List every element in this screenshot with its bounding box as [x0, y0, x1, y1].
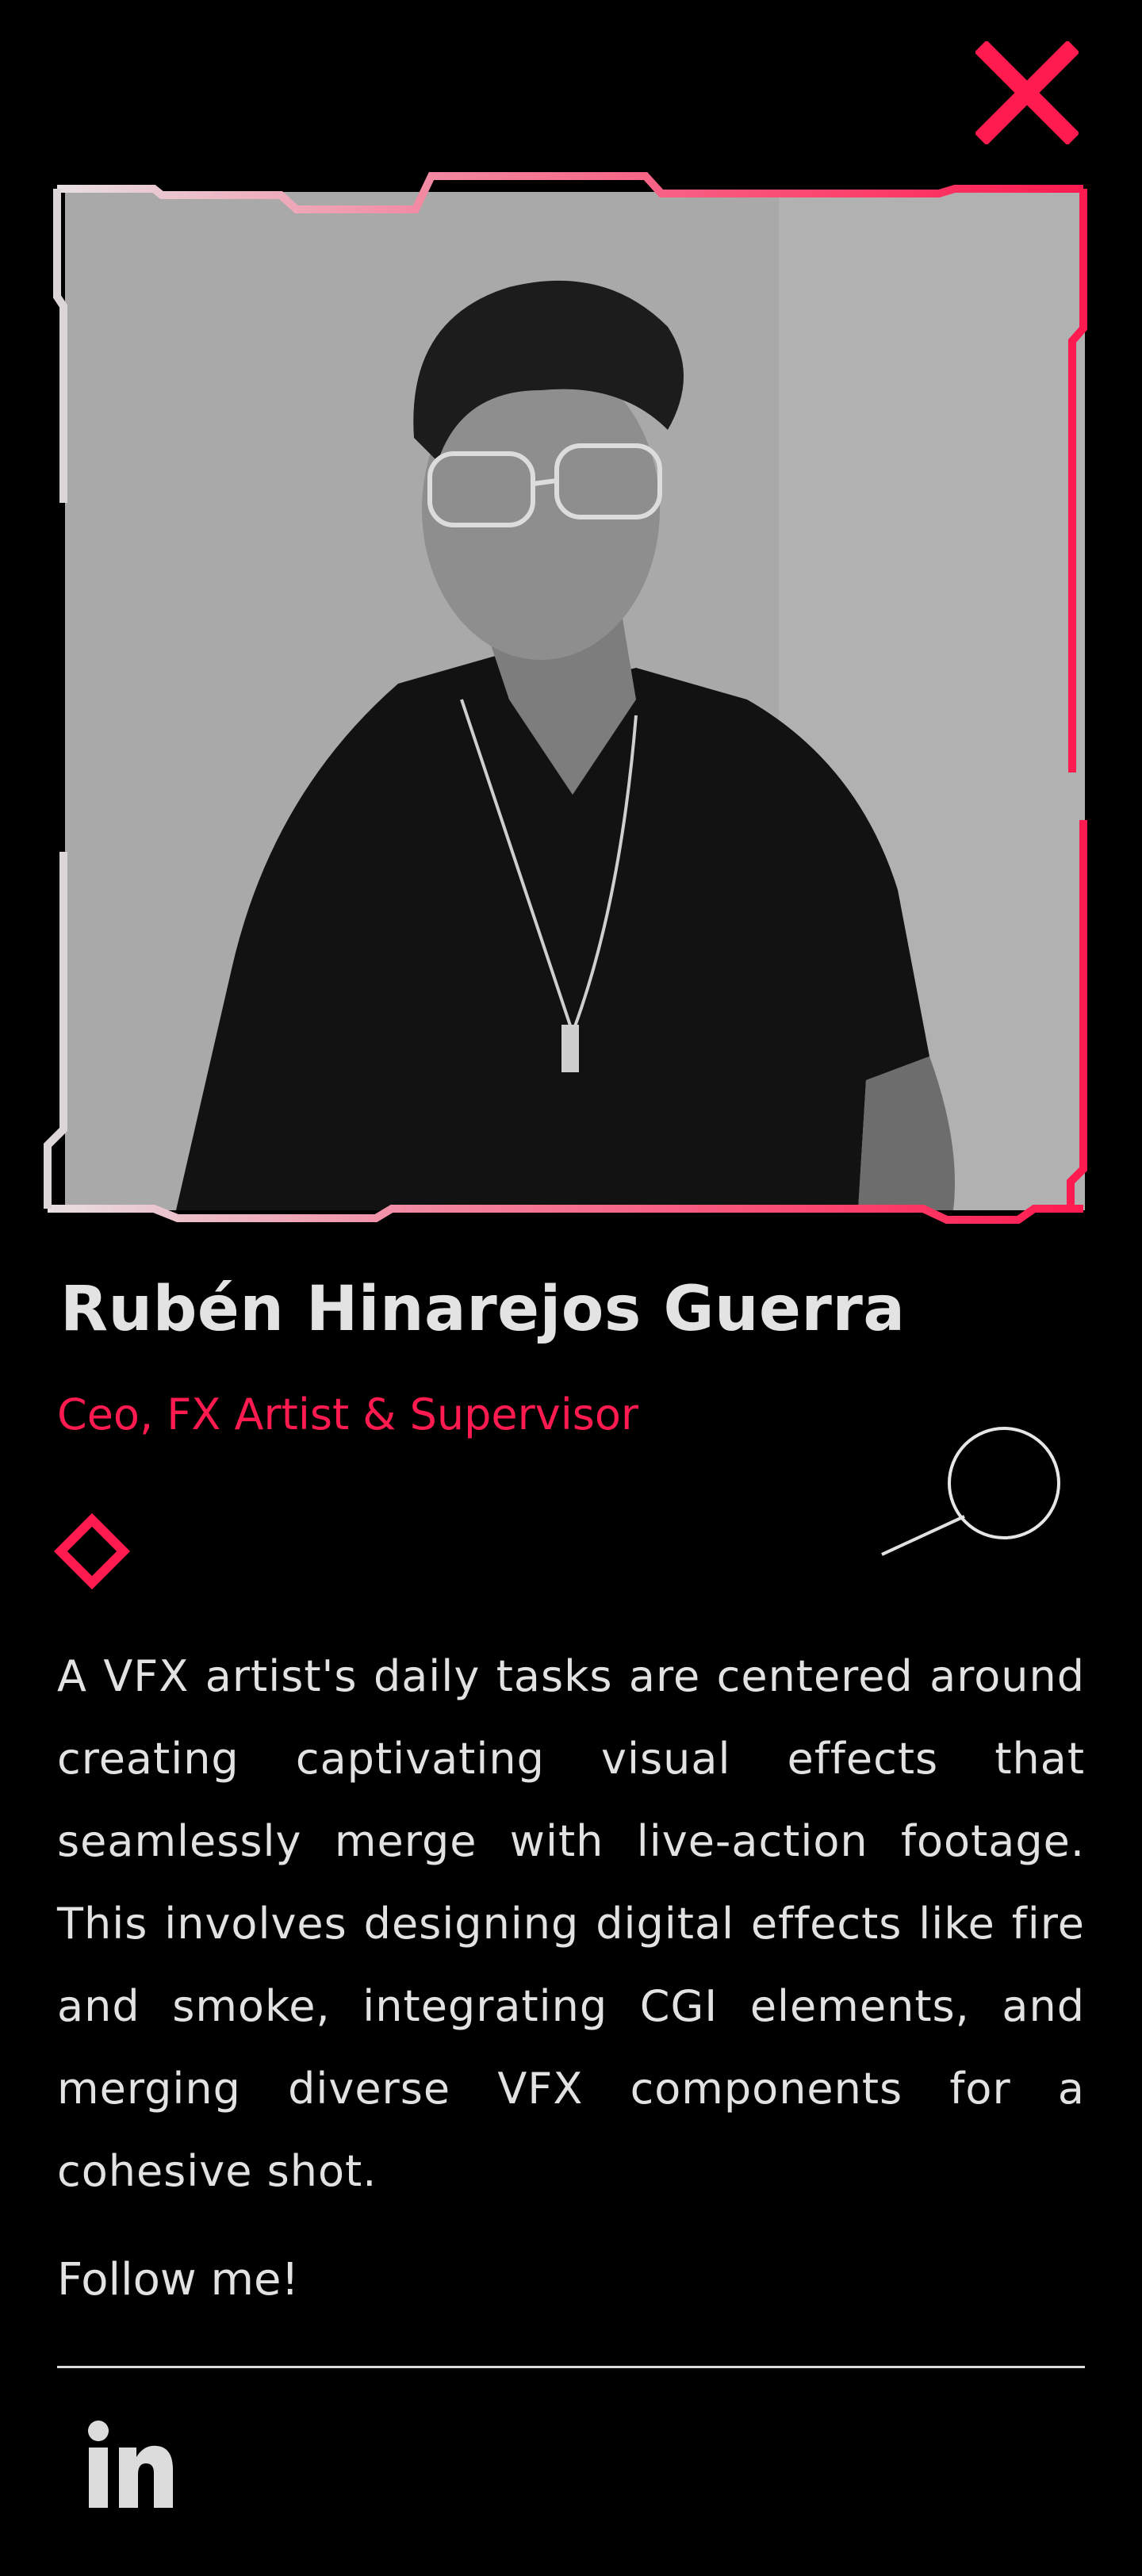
close-icon — [975, 41, 1079, 144]
profile-photo — [65, 192, 1085, 1210]
decorative-divider — [52, 1420, 1075, 1610]
profile-name: Rubén Hinarejos Guerra — [60, 1274, 906, 1345]
linkedin-icon — [88, 2421, 173, 2508]
profile-bio: A VFX artist's daily tasks are centered … — [57, 1651, 1085, 2196]
follow-label: Follow me! — [57, 2254, 299, 2306]
divider-line — [57, 2366, 1085, 2368]
diamond-icon — [53, 1512, 131, 1590]
close-button[interactable] — [975, 41, 1079, 144]
profile-photo-container — [43, 170, 1094, 1225]
linkedin-link[interactable] — [87, 2421, 174, 2509]
circle-icon — [948, 1427, 1060, 1539]
